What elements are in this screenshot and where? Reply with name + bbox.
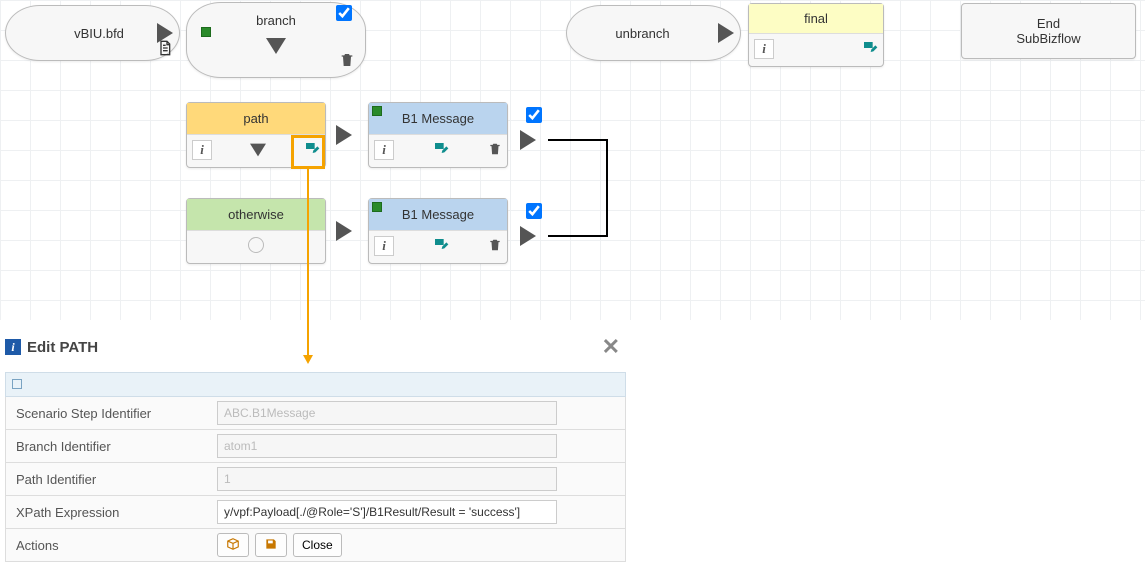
row-actions: Actions Close — [5, 529, 626, 562]
b1-message-node-1[interactable]: B1 Message — [368, 102, 508, 168]
row-branch-identifier: Branch Identifier — [5, 430, 626, 463]
panel-header: i Edit PATH ✕ — [5, 334, 626, 360]
connector-line — [606, 139, 608, 237]
panel-title: Edit PATH — [27, 339, 98, 356]
play-icon[interactable] — [336, 221, 352, 241]
info-icon[interactable] — [374, 140, 394, 160]
branch-id-label: Branch Identifier — [6, 433, 211, 460]
branch-id-input — [217, 434, 557, 458]
status-indicator-icon — [372, 202, 382, 212]
close-button[interactable]: Close — [293, 533, 342, 557]
vbiu-node[interactable]: vBIU.bfd — [5, 5, 180, 61]
final-label: final — [804, 11, 828, 26]
info-square-icon: i — [5, 339, 21, 355]
path-title-bar: path — [187, 103, 325, 135]
row-scenario-step-identifier: Scenario Step Identifier — [5, 397, 626, 430]
chevron-down-icon[interactable] — [266, 38, 286, 54]
branch-node[interactable]: branch — [186, 2, 366, 78]
b1msg2-title-bar: B1 Message — [369, 199, 507, 231]
path-id-input — [217, 467, 557, 491]
vbiu-label: vBIU.bfd — [6, 26, 157, 41]
otherwise-title-bar: otherwise — [187, 199, 325, 231]
connector-line — [548, 139, 608, 141]
otherwise-node[interactable]: otherwise — [186, 198, 326, 264]
b1msg2-label: B1 Message — [402, 207, 474, 222]
end-subbizflow-node[interactable]: End SubBizflow — [961, 3, 1136, 59]
trash-icon[interactable] — [488, 142, 502, 159]
play-icon[interactable] — [520, 130, 536, 150]
end-label-line2: SubBizflow — [1016, 31, 1080, 46]
b1-message-node-2[interactable]: B1 Message — [368, 198, 508, 264]
b1msg1-title-bar: B1 Message — [369, 103, 507, 135]
edit-icon[interactable] — [433, 237, 449, 256]
path-node[interactable]: path — [186, 102, 326, 168]
branch-checkbox[interactable] — [336, 5, 352, 21]
status-indicator-icon — [372, 106, 382, 116]
actions-label: Actions — [6, 532, 211, 559]
panel-toolbar — [5, 372, 626, 397]
scenario-step-label: Scenario Step Identifier — [6, 400, 211, 427]
b1msg1-label: B1 Message — [402, 111, 474, 126]
play-icon[interactable] — [718, 23, 734, 43]
save-button[interactable] — [255, 533, 287, 557]
trash-icon[interactable] — [488, 238, 502, 255]
otherwise-label: otherwise — [228, 207, 284, 222]
info-icon[interactable] — [754, 39, 774, 59]
unbranch-node[interactable]: unbranch — [566, 5, 741, 61]
play-icon[interactable] — [336, 125, 352, 145]
connector-line — [548, 235, 608, 237]
annotation-arrowhead-icon — [303, 355, 313, 364]
trash-icon[interactable] — [339, 52, 355, 71]
status-indicator-icon — [201, 27, 211, 37]
document-icon[interactable] — [155, 38, 175, 58]
chevron-down-icon[interactable] — [250, 144, 266, 157]
end-label-line1: End — [1037, 16, 1060, 31]
edit-path-panel: i Edit PATH ✕ Scenario Step Identifier B… — [5, 334, 626, 562]
expand-toggle-icon[interactable] — [12, 379, 22, 389]
circle-icon — [248, 237, 264, 253]
path-id-label: Path Identifier — [6, 466, 211, 493]
package-button[interactable] — [217, 533, 249, 557]
edit-icon[interactable] — [304, 141, 320, 160]
play-icon[interactable] — [520, 226, 536, 246]
b1msg1-checkbox[interactable] — [526, 107, 542, 123]
info-icon[interactable] — [374, 236, 394, 256]
scenario-step-input — [217, 401, 557, 425]
edit-icon[interactable] — [862, 40, 878, 59]
annotation-arrow-line — [307, 169, 309, 355]
row-path-identifier: Path Identifier — [5, 463, 626, 496]
edit-icon[interactable] — [433, 141, 449, 160]
b1msg2-checkbox[interactable] — [526, 203, 542, 219]
final-node[interactable]: final — [748, 3, 884, 67]
close-icon[interactable]: ✕ — [602, 334, 620, 360]
xpath-label: XPath Expression — [6, 499, 211, 526]
path-label: path — [243, 111, 268, 126]
xpath-input[interactable] — [217, 500, 557, 524]
unbranch-label: unbranch — [567, 26, 718, 41]
final-title-bar: final — [749, 4, 883, 34]
row-xpath-expression: XPath Expression — [5, 496, 626, 529]
info-icon[interactable] — [192, 140, 212, 160]
